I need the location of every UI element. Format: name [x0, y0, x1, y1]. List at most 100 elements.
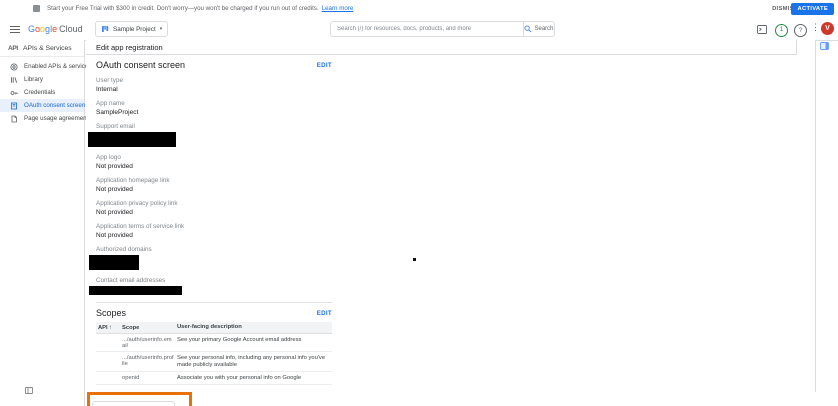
sidebar-title: APIs & Services — [23, 45, 72, 52]
field-user-type: User type Internal — [96, 77, 815, 93]
main-content: Edit app registration OAuth consent scre… — [86, 40, 815, 406]
sidebar-item-label: OAuth consent screen — [24, 102, 85, 109]
api-logo: API — [8, 45, 18, 52]
field-support-email: Support email — [96, 123, 815, 147]
key-icon — [10, 89, 18, 97]
sidebar-item-enabled-apis[interactable]: Enabled APIs & services — [0, 60, 84, 73]
field-label: Application homepage link — [96, 177, 815, 184]
field-label: Application privacy policy link — [96, 200, 815, 207]
field-app-logo: App logo Not provided — [96, 154, 815, 170]
field-value: Not provided — [96, 232, 815, 239]
search-button-label: Search — [534, 26, 553, 32]
oauth-section-title: OAuth consent screen — [96, 60, 185, 70]
scopes-table: API↑ Scope User-facing description .../a… — [96, 322, 332, 385]
right-panel-divider — [815, 40, 816, 392]
table-row: .../auth/userinfo.profile See your perso… — [96, 352, 332, 372]
chevron-down-icon: ▾ — [160, 26, 163, 32]
description-cell: See your primary Google Account email ad… — [177, 337, 332, 349]
account-avatar[interactable]: V — [821, 22, 834, 35]
field-label: Support email — [96, 123, 815, 130]
redacted-value — [88, 132, 176, 147]
learn-more-link[interactable]: Learn more — [322, 5, 354, 12]
description-cell: Associate you with your personal info on… — [177, 375, 332, 382]
field-label: Authorized domains — [96, 246, 815, 253]
hamburger-menu-icon[interactable] — [10, 26, 20, 34]
back-to-dashboard-button[interactable]: BACK TO DASHBOARD — [92, 401, 175, 406]
sidebar-item-label: Page usage agreements — [24, 115, 91, 122]
sidebar-item-label: Enabled APIs & services — [24, 63, 91, 70]
consent-screen-icon — [10, 102, 18, 110]
cursor-dot — [413, 258, 416, 261]
field-contact-emails: Contact email addresses — [96, 277, 815, 295]
description-cell: See your personal info, including any pe… — [177, 355, 332, 369]
agreement-page-icon — [10, 115, 18, 123]
project-picker[interactable]: Sample Project ▾ — [95, 21, 168, 37]
redacted-value — [89, 255, 139, 270]
column-header-description: User-facing description — [177, 324, 332, 331]
field-label: Contact email addresses — [96, 277, 815, 284]
page-title: Edit app registration — [86, 40, 796, 55]
edit-scopes-button[interactable]: EDIT — [317, 310, 332, 317]
trial-banner-message: Start your Free Trial with $300 in credi… — [47, 5, 319, 12]
collapse-sidebar-icon[interactable] — [25, 387, 33, 394]
scopes-table-header: API↑ Scope User-facing description — [96, 322, 332, 334]
sidebar-item-label: Credentials — [24, 89, 55, 96]
field-label: App logo — [96, 154, 815, 161]
top-nav: GoogleCloud Sample Project ▾ Search 1 ? … — [0, 18, 838, 41]
field-authorized-domains: Authorized domains — [96, 246, 815, 270]
annotation-highlight: BACK TO DASHBOARD — [87, 392, 192, 406]
project-icon — [101, 25, 109, 33]
field-value: SampleProject — [96, 109, 815, 116]
table-row: .../auth/userinfo.email See your primary… — [96, 334, 332, 352]
sidebar-header: API APIs & Services — [0, 40, 84, 57]
google-cloud-logo: GoogleCloud — [28, 18, 83, 40]
field-homepage-link: Application homepage link Not provided — [96, 177, 815, 193]
sidebar-item-library[interactable]: Library — [0, 73, 84, 86]
table-row: openid Associate you with your personal … — [96, 372, 332, 385]
project-name: Sample Project — [113, 26, 156, 33]
notifications-button[interactable]: 1 — [775, 24, 788, 37]
field-value: Internal — [96, 86, 815, 93]
redacted-value — [89, 286, 182, 295]
column-header-api[interactable]: API↑ — [96, 325, 122, 331]
free-trial-banner: Start your Free Trial with $300 in credi… — [0, 0, 838, 19]
field-value: Not provided — [96, 186, 815, 193]
field-app-name: App name SampleProject — [96, 100, 815, 116]
field-label: Application terms of service link — [96, 223, 815, 230]
field-privacy-policy-link: Application privacy policy link Not prov… — [96, 200, 815, 216]
search-button[interactable]: Search — [523, 21, 555, 37]
scope-cell: openid — [122, 375, 177, 382]
scopes-section-title: Scopes — [96, 308, 126, 318]
sidebar: API APIs & Services Enabled APIs & servi… — [0, 40, 85, 406]
search-input[interactable] — [330, 21, 523, 37]
sort-up-icon: ↑ — [109, 325, 112, 331]
sidebar-item-page-usage-agreements[interactable]: Page usage agreements — [0, 112, 84, 125]
side-panel-icon[interactable] — [820, 42, 829, 50]
scope-cell: .../auth/userinfo.email — [122, 337, 177, 349]
sidebar-item-label: Library — [24, 76, 43, 83]
field-value: Not provided — [96, 163, 815, 170]
help-icon[interactable]: ? — [794, 24, 807, 37]
scope-cell: .../auth/userinfo.profile — [122, 355, 177, 369]
page-title-bar: Edit app registration — [86, 40, 796, 55]
field-label: App name — [96, 100, 815, 107]
sidebar-item-credentials[interactable]: Credentials — [0, 86, 84, 99]
sidebar-item-oauth-consent-screen[interactable]: OAuth consent screen — [0, 99, 84, 112]
section-divider — [96, 302, 332, 303]
field-value: Not provided — [96, 209, 815, 216]
scopes-section-header: Scopes EDIT — [96, 308, 332, 318]
trial-gift-icon — [33, 5, 40, 12]
column-header-scope: Scope — [122, 325, 177, 331]
more-options-icon[interactable]: ⋮ — [811, 22, 820, 33]
oauth-section-header: OAuth consent screen EDIT — [96, 60, 332, 70]
trial-banner-text: Start your Free Trial with $300 in credi… — [47, 5, 353, 12]
cloud-shell-icon[interactable] — [757, 25, 767, 34]
field-label: User type — [96, 77, 815, 84]
library-icon — [10, 76, 18, 84]
title-bar-divider — [796, 40, 797, 55]
compass-icon — [10, 63, 18, 71]
edit-oauth-button[interactable]: EDIT — [317, 62, 332, 69]
search-icon — [524, 25, 532, 33]
activate-button[interactable]: ACTIVATE — [791, 3, 834, 15]
google-cloud-console: Start your Free Trial with $300 in credi… — [0, 0, 838, 406]
